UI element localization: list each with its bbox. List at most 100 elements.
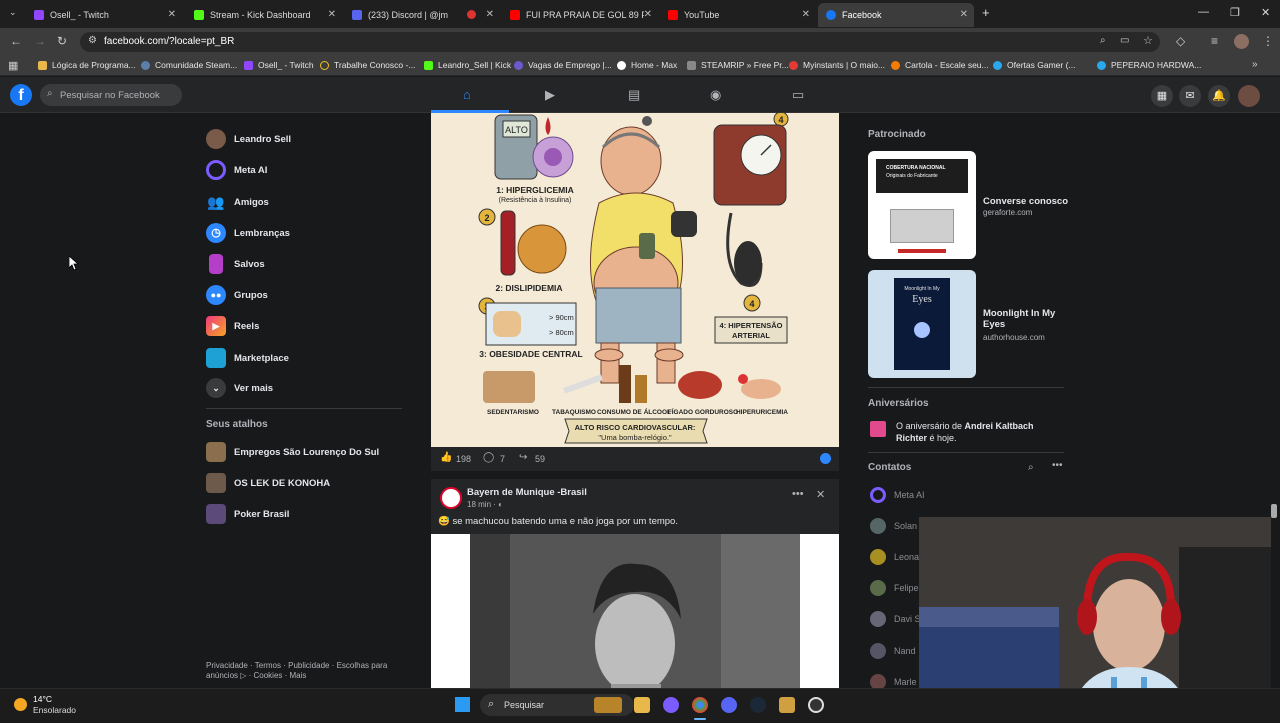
new-tab-button[interactable]: + xyxy=(982,5,990,20)
bookmark-item[interactable]: Home - Max xyxy=(617,60,677,70)
minimize-icon[interactable]: — xyxy=(1198,6,1209,18)
contact-item[interactable]: Leona xyxy=(870,548,919,566)
search-contacts-icon[interactable]: ⌕ xyxy=(1028,462,1034,473)
bookmark-item[interactable]: Vagas de Emprego |... xyxy=(514,60,612,70)
bookmark-item[interactable]: Ofertas Gamer (... xyxy=(993,60,1076,70)
more-options-icon[interactable]: ••• xyxy=(792,488,804,500)
forward-icon[interactable]: → xyxy=(34,34,46,48)
notifications-icon[interactable]: 🔔 xyxy=(1208,85,1230,107)
bookmark-item[interactable]: Osell_ - Twitch xyxy=(244,60,314,70)
address-bar[interactable]: ⚙ facebook.com/?locale=pt_BR ⌕ ▭ ☆ xyxy=(80,32,1160,52)
obs-icon[interactable] xyxy=(808,697,824,713)
close-window-icon[interactable]: ✕ xyxy=(1261,6,1270,19)
account-avatar[interactable] xyxy=(1238,85,1260,107)
steam-icon[interactable] xyxy=(750,697,766,713)
zoom-icon[interactable]: ⌕ xyxy=(1100,35,1106,46)
extensions-icon[interactable]: ◇ xyxy=(1176,34,1185,48)
messenger-icon[interactable]: ✉ xyxy=(1179,85,1201,107)
scrollbar[interactable] xyxy=(1271,504,1277,518)
contact-item[interactable]: Nand xyxy=(870,642,916,660)
close-icon[interactable]: ✕ xyxy=(960,9,968,20)
close-icon[interactable]: ✕ xyxy=(644,9,652,20)
shortcut-item[interactable]: OS LEK DE KONOHA xyxy=(206,472,330,494)
contact-item[interactable]: Solan xyxy=(870,517,917,535)
profile-avatar[interactable] xyxy=(1234,34,1249,49)
sidebar-item-memories[interactable]: ◷ Lembranças xyxy=(206,222,290,244)
sidebar-item-groups[interactable]: ●● Grupos xyxy=(206,284,268,306)
video-icon[interactable]: ▶ xyxy=(545,87,555,103)
sidebar-item-marketplace[interactable]: Marketplace xyxy=(206,347,289,369)
sidebar-item-see-more[interactable]: ⌄ Ver mais xyxy=(206,377,273,399)
close-icon[interactable]: ✕ xyxy=(486,9,494,20)
bookmark-item[interactable]: STEAMRIP » Free Pr... xyxy=(687,60,789,70)
bookmark-item[interactable]: Lógica de Programa... xyxy=(38,60,136,70)
shortcut-item[interactable]: Poker Brasil xyxy=(206,503,289,525)
contact-item[interactable]: Felipe xyxy=(870,579,919,597)
url-text[interactable]: facebook.com/?locale=pt_BR xyxy=(104,36,234,47)
contact-item[interactable]: Davi S xyxy=(870,610,921,628)
bookmark-item[interactable]: PEPERAIO HARDWA... xyxy=(1097,60,1201,70)
file-explorer-icon[interactable] xyxy=(634,697,650,713)
more-bookmarks-icon[interactable]: » xyxy=(1252,59,1258,70)
weather-icon[interactable] xyxy=(14,698,27,711)
weather-desc[interactable]: Ensolarado xyxy=(33,705,76,715)
site-info-icon[interactable]: ⚙ xyxy=(88,35,97,46)
comment-icon[interactable]: ◯ xyxy=(483,452,494,463)
tab-youtube[interactable]: YouTube ✕ xyxy=(660,3,816,27)
bookmark-item[interactable]: Leandro_Sell | Kick xyxy=(424,60,511,70)
bookmark-star-icon[interactable]: ☆ xyxy=(1143,34,1153,47)
page-avatar[interactable] xyxy=(440,487,462,509)
ad-name[interactable]: Moonlight In My Eyes xyxy=(983,308,1063,330)
tab-twitch[interactable]: Osell_ - Twitch ✕ xyxy=(26,3,182,27)
weather-temp[interactable]: 14°C xyxy=(33,694,52,704)
close-icon[interactable]: ✕ xyxy=(802,9,810,20)
browser-menu-icon[interactable]: ⋮ xyxy=(1262,34,1274,48)
install-icon[interactable]: ▭ xyxy=(1120,35,1129,46)
tab-facebook[interactable]: Facebook ✕ xyxy=(818,3,974,27)
tab-youtube-video[interactable]: FUI PRA PRAIA DE GOL 89 PEL ✕ xyxy=(502,3,658,27)
start-icon[interactable] xyxy=(455,697,470,712)
sidebar-item-profile[interactable]: Leandro Sell xyxy=(206,128,291,150)
ad-image[interactable]: Moonlight In My Eyes xyxy=(868,270,976,378)
ad-image[interactable]: COBERTURA NACIONAL Originais do Fabrican… xyxy=(868,151,976,259)
app-icon[interactable] xyxy=(663,697,679,713)
bookmark-item[interactable]: Comunidade Steam... xyxy=(141,60,237,70)
shortcut-item[interactable]: Empregos São Lourenço Do Sul xyxy=(206,441,379,463)
app-icon[interactable] xyxy=(779,697,795,713)
restore-icon[interactable]: ❐ xyxy=(1230,6,1240,19)
sidebar-item-meta-ai[interactable]: Meta AI xyxy=(206,159,267,181)
sidebar-item-friends[interactable]: 👥 Amigos xyxy=(206,191,269,213)
gaming-icon[interactable]: ▭ xyxy=(792,87,804,103)
comment-count[interactable]: 7 xyxy=(500,454,505,464)
bookmark-item[interactable]: Trabalhe Conosco -... xyxy=(320,60,415,70)
close-icon[interactable]: ✕ xyxy=(328,9,336,20)
contacts-options-icon[interactable]: ••• xyxy=(1052,460,1063,471)
tab-kick[interactable]: Stream - Kick Dashboard ✕ xyxy=(186,3,342,27)
contact-item[interactable]: Meta AI xyxy=(870,486,925,504)
marketplace-icon[interactable]: ▤ xyxy=(628,87,640,103)
tab-list-chevron-icon[interactable]: ⌄ xyxy=(9,7,17,18)
close-icon[interactable]: ✕ xyxy=(168,9,176,20)
share-icon[interactable]: ↪ xyxy=(519,452,527,463)
reload-icon[interactable]: ↻ xyxy=(57,34,67,48)
sidebar-item-reels[interactable]: ▶ Reels xyxy=(206,315,259,337)
bookmark-item[interactable]: Cartola - Escale seu... xyxy=(891,60,989,70)
share-count[interactable]: 59 xyxy=(535,454,545,464)
menu-grid-icon[interactable]: ▦ xyxy=(1151,85,1173,107)
birthday-text[interactable]: O aniversário de Andrei Kaltbach Richter… xyxy=(896,420,1066,444)
footer-links[interactable]: Privacidade · Termos · Publicidade · Esc… xyxy=(206,661,396,681)
facebook-logo-icon[interactable]: f xyxy=(10,84,32,106)
groups-icon[interactable]: ◉ xyxy=(710,87,721,103)
chrome-icon[interactable] xyxy=(692,697,708,713)
post-infographic-image[interactable]: ALTO 1: HIPERGLICEMIA (Resistência à Ins… xyxy=(431,113,839,447)
back-icon[interactable]: ← xyxy=(10,34,22,48)
apps-icon[interactable]: ▦ xyxy=(8,59,18,72)
bookmark-item[interactable]: Myinstants | O maio... xyxy=(789,60,885,70)
post-page-name[interactable]: Bayern de Munique -Brasil xyxy=(467,487,587,498)
facebook-search-input[interactable]: ⌕ Pesquisar no Facebook xyxy=(40,84,182,106)
sidebar-item-saved[interactable]: Salvos xyxy=(206,253,265,275)
reading-list-icon[interactable]: ≡ xyxy=(1211,34,1218,48)
tab-discord[interactable]: (233) Discord | @jm ✕ xyxy=(344,3,500,27)
like-count[interactable]: 198 xyxy=(456,454,471,464)
discord-icon[interactable] xyxy=(721,697,737,713)
